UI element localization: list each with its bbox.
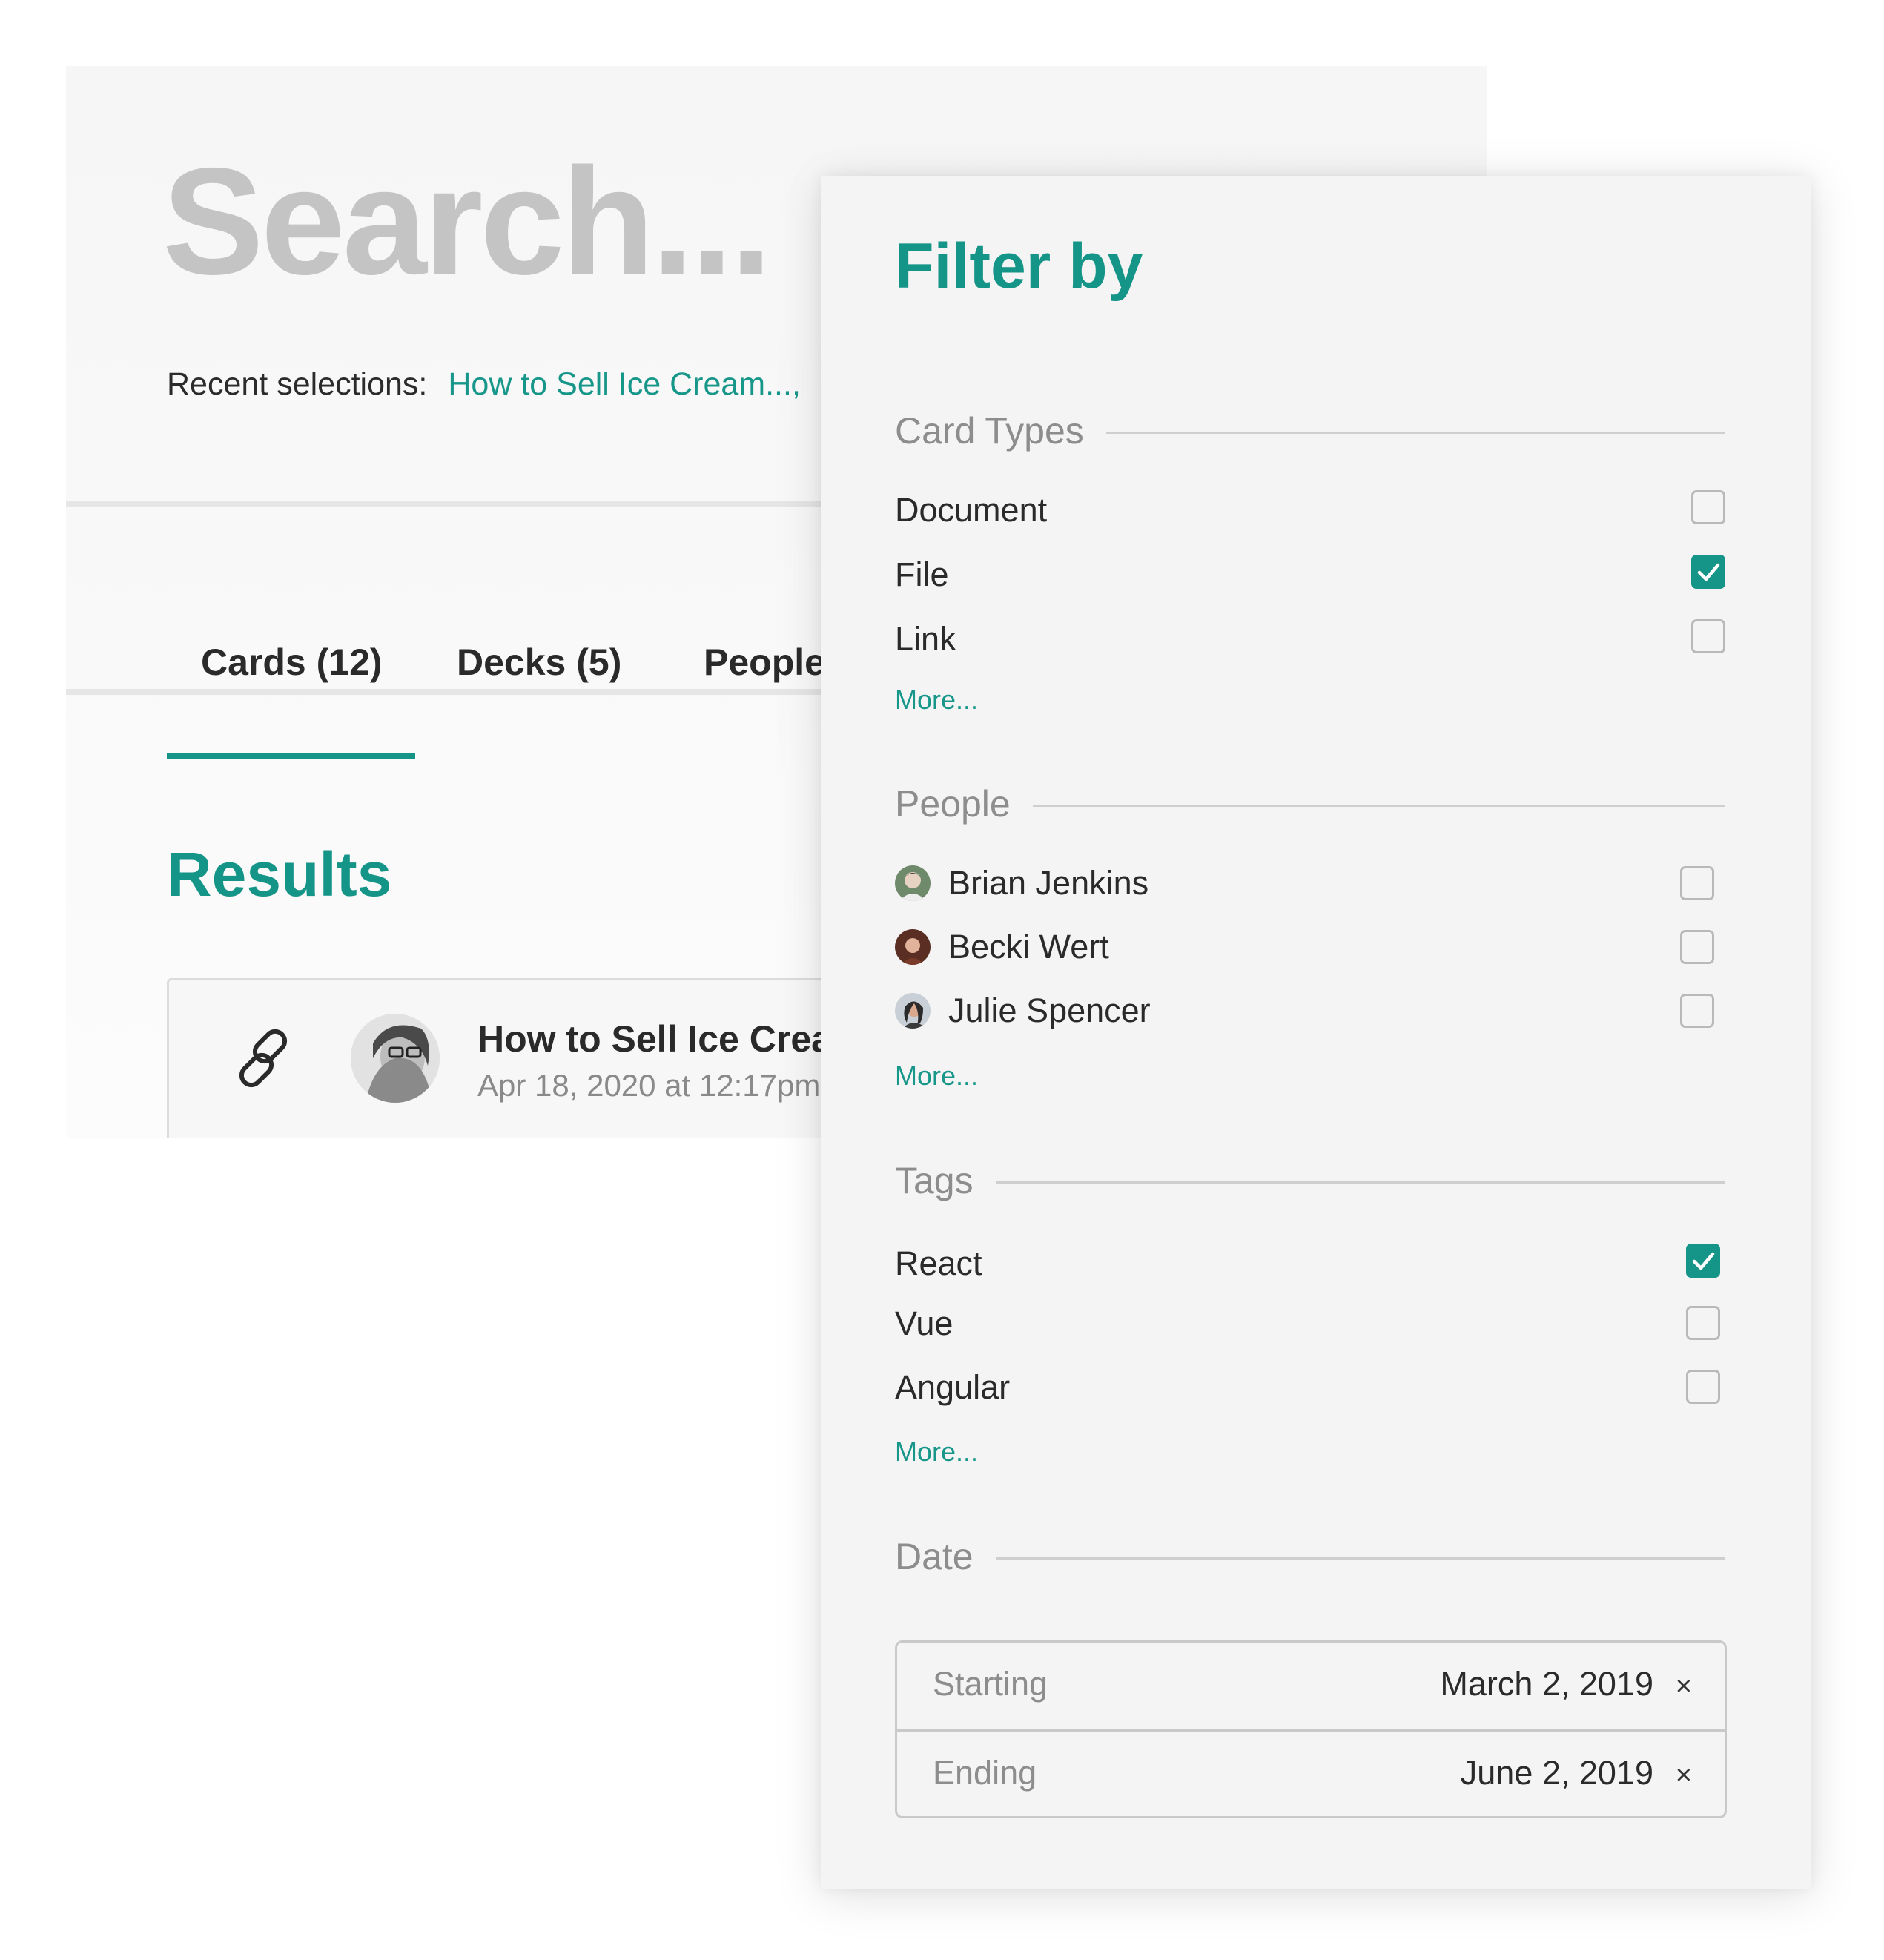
result-title[interactable]: How to Sell Ice Cream xyxy=(477,1017,865,1060)
filter-panel: Filter by Card Types Document File Link … xyxy=(821,176,1811,1889)
link-icon xyxy=(239,1029,288,1088)
person-julie-spencer-label: Julie Spencer xyxy=(948,991,1151,1029)
people-label: People xyxy=(895,782,1033,826)
recent-selections: Recent selections: How to Sell Ice Cream.… xyxy=(167,366,801,403)
tab-people[interactable]: People xyxy=(704,641,825,684)
filter-title: Filter by xyxy=(895,231,1143,302)
date-ending-label: Ending xyxy=(933,1754,1037,1792)
tags-label: Tags xyxy=(895,1158,996,1203)
date-label: Date xyxy=(895,1534,996,1579)
date-range-box: Starting March 2, 2019 × Ending June 2, … xyxy=(895,1640,1727,1818)
date-ending-value[interactable]: June 2, 2019 xyxy=(1461,1754,1653,1792)
tags-section-header: Tags xyxy=(895,1158,1725,1203)
card-type-link-label: Link xyxy=(895,620,956,658)
tags-more-link[interactable]: More... xyxy=(895,1436,978,1468)
julie-spencer-avatar xyxy=(895,993,931,1029)
tag-angular-label: Angular xyxy=(895,1368,1011,1406)
people-section-header: People xyxy=(895,782,1725,826)
recent-selections-label: Recent selections: xyxy=(167,366,428,402)
person-becki-wert-checkbox[interactable] xyxy=(1680,930,1714,964)
tag-react-checkbox[interactable] xyxy=(1686,1244,1720,1278)
tab-decks[interactable]: Decks (5) xyxy=(457,641,621,684)
recent-selection-link[interactable]: How to Sell Ice Cream..., xyxy=(448,366,801,402)
result-date: Apr 18, 2020 at 12:17pm xyxy=(477,1068,821,1103)
card-types-label: Card Types xyxy=(895,409,1106,453)
clear-ending-date-icon[interactable]: × xyxy=(1676,1761,1692,1789)
card-type-document-checkbox[interactable] xyxy=(1691,490,1725,524)
tab-cards[interactable]: Cards (12) xyxy=(201,641,383,684)
person-brian-jenkins-checkbox[interactable] xyxy=(1680,866,1714,900)
avatar xyxy=(351,1014,440,1103)
clear-starting-date-icon[interactable]: × xyxy=(1676,1672,1692,1700)
date-section-header: Date xyxy=(895,1534,1725,1579)
card-type-document-label: Document xyxy=(895,491,1048,529)
tag-vue-label: Vue xyxy=(895,1304,953,1342)
card-type-file-checkbox[interactable] xyxy=(1691,555,1725,589)
card-types-section-header: Card Types xyxy=(895,409,1725,453)
date-starting-value[interactable]: March 2, 2019 xyxy=(1440,1665,1653,1703)
card-types-more-link[interactable]: More... xyxy=(895,684,978,716)
date-starting-label: Starting xyxy=(933,1665,1048,1703)
date-starting-row[interactable]: Starting March 2, 2019 × xyxy=(897,1643,1725,1732)
person-julie-spencer-checkbox[interactable] xyxy=(1680,994,1714,1028)
brian-jenkins-avatar xyxy=(895,865,931,901)
person-brian-jenkins-label: Brian Jenkins xyxy=(948,864,1149,902)
results-heading: Results xyxy=(167,839,392,909)
card-type-link-checkbox[interactable] xyxy=(1691,619,1725,653)
active-tab-indicator xyxy=(167,753,415,759)
tag-react-label: React xyxy=(895,1244,982,1282)
tags-divider xyxy=(895,1181,1725,1184)
tag-vue-checkbox[interactable] xyxy=(1686,1306,1720,1340)
becki-wert-avatar xyxy=(895,929,931,965)
person-becki-wert-label: Becki Wert xyxy=(948,928,1109,966)
search-input[interactable]: Search... xyxy=(162,133,773,311)
card-type-file-label: File xyxy=(895,555,949,593)
tag-angular-checkbox[interactable] xyxy=(1686,1370,1720,1404)
people-more-link[interactable]: More... xyxy=(895,1060,978,1092)
date-divider xyxy=(895,1557,1725,1560)
date-ending-row[interactable]: Ending June 2, 2019 × xyxy=(897,1732,1725,1818)
